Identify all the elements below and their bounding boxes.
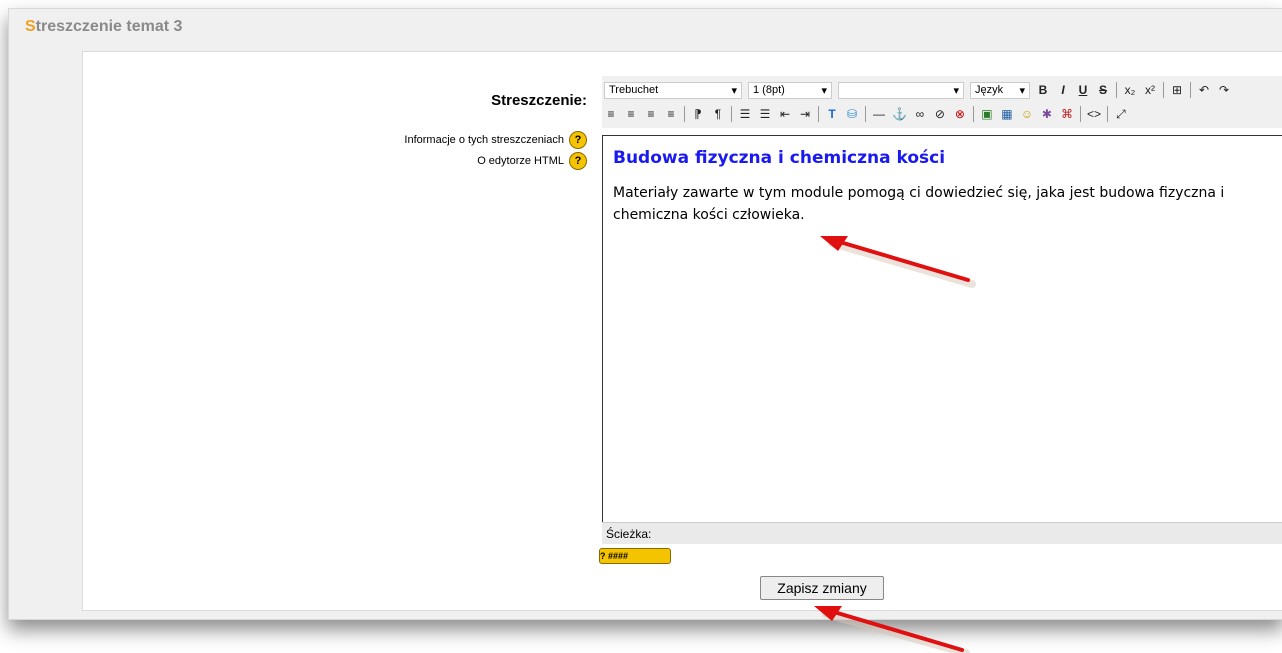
- heading-rest: treszczenie temat 3: [35, 18, 183, 35]
- toolbar-row-2: ≡ ≡ ≡ ≡ ⁋ ¶ ☰ ☰ ⇤ ⇥ T ⛁ — ⚓ ∞ ⊘ ⊗ ▣ ▦ ☺ …: [604, 103, 1128, 125]
- clean-word-icon[interactable]: ⊞: [1170, 82, 1184, 98]
- ltr-icon[interactable]: ⁋: [691, 106, 705, 122]
- strikethrough-button[interactable]: S: [1096, 82, 1110, 98]
- subscript-button[interactable]: x₂: [1123, 82, 1137, 98]
- toolbar-separator: [818, 106, 819, 122]
- language-value: Język: [975, 84, 1004, 96]
- undo-icon[interactable]: ↶: [1197, 82, 1211, 98]
- help-link-editor-label[interactable]: O edytorze HTML: [477, 155, 564, 167]
- link-icon[interactable]: ∞: [913, 106, 927, 122]
- editor-path-bar: Ścieżka:: [602, 522, 1282, 544]
- editor-heading[interactable]: Budowa fizyczna i chemiczna kości: [613, 148, 1272, 168]
- align-center-icon[interactable]: ≡: [624, 106, 638, 122]
- unlink-icon[interactable]: ⊘: [933, 106, 947, 122]
- chevron-down-icon: ▾: [821, 84, 827, 97]
- help-icon[interactable]: ?: [569, 131, 587, 149]
- font-family-select[interactable]: Trebuchet ▾: [604, 81, 742, 99]
- font-size-select[interactable]: 1 (8pt) ▾: [748, 81, 832, 99]
- indent-icon[interactable]: ⇥: [798, 106, 812, 122]
- editor-toolbar: Trebuchet ▾ 1 (8pt) ▾ ▾ Język ▾ B I U S x₂ …: [602, 76, 1282, 128]
- toolbar-separator: [972, 106, 974, 122]
- font-size-value: 1 (8pt): [753, 84, 785, 96]
- page-frame: Streszczenie temat 3 Streszczenie: Infor…: [8, 8, 1282, 620]
- redo-icon[interactable]: ↷: [1217, 82, 1231, 98]
- special-char-icon[interactable]: ✱: [1040, 106, 1054, 122]
- toolbar-separator: [1163, 82, 1164, 98]
- html-source-icon[interactable]: <>: [1087, 106, 1101, 122]
- toolbar-separator: [865, 106, 866, 122]
- align-left-icon[interactable]: ≡: [604, 106, 618, 122]
- toolbar-separator: [1079, 106, 1081, 122]
- help-link-summaries-label[interactable]: Informacje o tych streszczeniach: [404, 134, 564, 146]
- insert-image-icon[interactable]: ▣: [980, 106, 994, 122]
- horizontal-rule-icon[interactable]: —: [872, 106, 886, 122]
- field-label: Streszczenie:: [491, 92, 587, 109]
- chevron-down-icon: ▾: [731, 84, 737, 97]
- nolink-icon[interactable]: ⊗: [953, 106, 967, 122]
- toolbar-row-1: Trebuchet ▾ 1 (8pt) ▾ ▾ Język ▾ B I U S x₂ …: [604, 79, 1231, 101]
- chevron-down-icon: ▾: [953, 84, 959, 97]
- format-select[interactable]: ▾: [838, 81, 964, 99]
- align-justify-icon[interactable]: ≡: [664, 106, 678, 122]
- toolbar-separator: [1106, 106, 1108, 122]
- toolbar-separator: [731, 106, 732, 122]
- toolbar-separator: [1190, 82, 1191, 98]
- rtl-icon[interactable]: ¶: [711, 106, 725, 122]
- help-icon[interactable]: ?: [569, 152, 587, 170]
- chevron-down-icon: ▾: [1019, 84, 1025, 97]
- help-link-editor[interactable]: O edytorze HTML ?: [477, 152, 587, 170]
- insert-table-icon[interactable]: ▦: [1000, 106, 1014, 122]
- bold-button[interactable]: B: [1036, 82, 1050, 98]
- search-replace-icon[interactable]: ⌘: [1060, 106, 1074, 122]
- align-right-icon[interactable]: ≡: [644, 106, 658, 122]
- editor-body-text[interactable]: Materiały zawarte w tym module pomogą ci…: [613, 182, 1272, 226]
- outdent-icon[interactable]: ⇤: [778, 106, 792, 122]
- heading-first-letter: S: [25, 18, 36, 35]
- language-select[interactable]: Język ▾: [970, 81, 1030, 99]
- keyboard-shortcuts-button[interactable]: ? ####: [599, 548, 671, 564]
- italic-button[interactable]: I: [1056, 82, 1070, 98]
- smiley-icon[interactable]: ☺: [1020, 106, 1034, 122]
- path-label: Ścieżka:: [606, 527, 652, 541]
- fullscreen-icon[interactable]: ⤢: [1114, 106, 1128, 122]
- help-link-summaries[interactable]: Informacje o tych streszczeniach ?: [404, 131, 587, 149]
- unordered-list-icon[interactable]: ☰: [758, 106, 772, 122]
- toolbar-separator: [684, 106, 685, 122]
- help-links: Informacje o tych streszczeniach ? O edy…: [309, 131, 587, 191]
- text-color-icon[interactable]: T: [825, 106, 839, 122]
- background-color-icon[interactable]: ⛁: [845, 106, 859, 122]
- underline-button[interactable]: U: [1076, 82, 1090, 98]
- keyboard-icon[interactable]: ? ####: [600, 551, 628, 561]
- font-family-value: Trebuchet: [609, 84, 659, 96]
- anchor-icon[interactable]: ⚓: [892, 106, 907, 122]
- section-heading: Streszczenie temat 3: [25, 18, 182, 36]
- superscript-button[interactable]: x²: [1143, 82, 1157, 98]
- toolbar-separator: [1116, 82, 1117, 98]
- html-editor-area[interactable]: Budowa fizyczna i chemiczna kości Materi…: [602, 135, 1282, 527]
- save-changes-button[interactable]: Zapisz zmiany: [760, 576, 884, 600]
- ordered-list-icon[interactable]: ☰: [738, 106, 752, 122]
